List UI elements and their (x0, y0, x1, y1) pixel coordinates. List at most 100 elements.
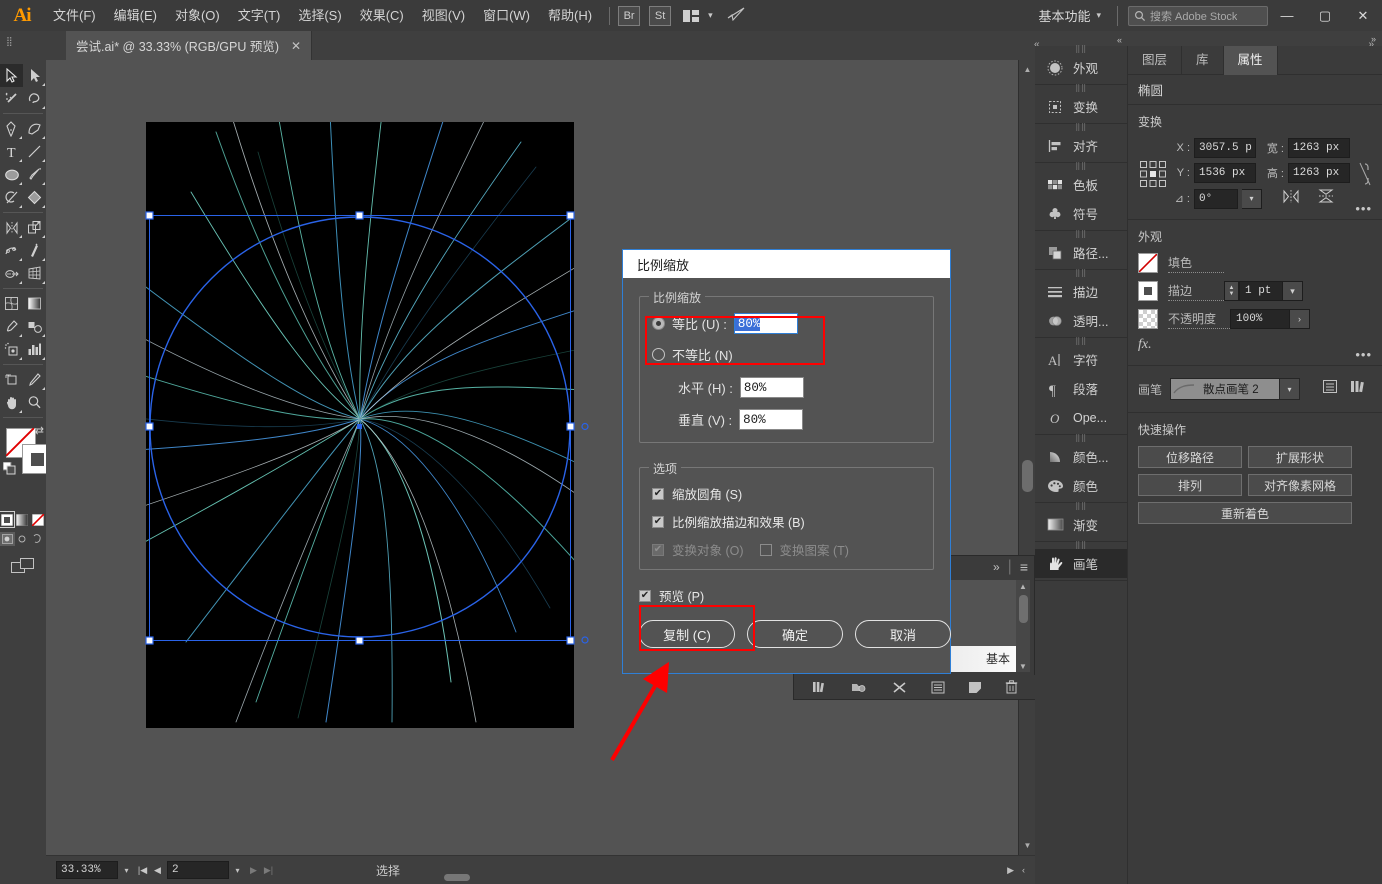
preview-row[interactable]: ✔ 预览 (P) (639, 586, 934, 605)
brush-preview[interactable]: 散点画笔 2 (1170, 378, 1280, 400)
menu-effect[interactable]: 效果(C) (351, 0, 413, 31)
menu-object[interactable]: 对象(O) (166, 0, 229, 31)
color-mode-color[interactable] (0, 512, 14, 527)
libraries-panel-icon[interactable] (851, 681, 869, 694)
scroll-up-icon[interactable]: ▲ (1016, 580, 1030, 592)
canvas-horizontal-scroll-thumb[interactable] (444, 874, 470, 881)
window-maximize-button[interactable]: ▢ (1306, 0, 1344, 31)
slice-tool[interactable] (23, 368, 46, 391)
offset-path-button[interactable]: 位移路径 (1138, 446, 1242, 468)
angle-field[interactable]: 0° (1194, 189, 1238, 209)
dock-grip[interactable]: ⣿⣿ (1035, 270, 1127, 277)
first-artboard-button[interactable]: |◀ (135, 860, 150, 880)
draw-behind-icon[interactable] (15, 532, 30, 546)
dock-grip[interactable]: ⣿⣿ (1035, 163, 1127, 170)
properties-collapse-icon[interactable]: » (1371, 34, 1376, 44)
effects-icon[interactable]: fx. (1138, 337, 1152, 353)
window-minimize-button[interactable]: — (1268, 0, 1306, 31)
zoom-level-combo[interactable]: 33.33% (56, 861, 118, 879)
type-tool[interactable]: T (0, 140, 23, 163)
menu-type[interactable]: 文字(T) (229, 0, 290, 31)
brush-libraries-icon[interactable] (1350, 379, 1368, 399)
brushes-panel-scrollbar[interactable]: ▲ ▼ (1016, 580, 1030, 672)
panel-color[interactable]: 颜色 (1035, 471, 1127, 500)
stock-search-input[interactable]: 搜索 Adobe Stock (1128, 6, 1268, 26)
stroke-weight-dropdown-icon[interactable]: ▾ (1283, 281, 1303, 301)
brushes-panel-menu-icon[interactable]: ≡ (1020, 559, 1028, 575)
flip-horizontal-icon[interactable] (1282, 189, 1300, 209)
stock-button[interactable]: St (649, 6, 671, 26)
prev-artboard-button[interactable]: ◀ (150, 860, 165, 880)
scale-corners-checkbox[interactable]: ✔ (652, 488, 664, 500)
artboard-tool[interactable] (0, 368, 23, 391)
horizontal-input[interactable]: 80% (740, 377, 804, 398)
constrain-proportions-icon[interactable] (1358, 161, 1372, 187)
transform-more-options-icon[interactable]: ••• (1355, 205, 1372, 213)
scroll-down-icon[interactable]: ▼ (1016, 660, 1030, 672)
pen-tool[interactable] (0, 117, 23, 140)
panel-swatches[interactable]: 色板 (1035, 170, 1127, 199)
cancel-button[interactable]: 取消 (855, 620, 951, 648)
menu-file[interactable]: 文件(F) (44, 0, 105, 31)
brush-options-icon[interactable] (931, 681, 945, 694)
shaper-tool[interactable] (0, 186, 23, 209)
x-field[interactable]: 3057.5 p (1194, 138, 1256, 158)
screen-mode-button[interactable] (0, 554, 46, 578)
color-mode-none[interactable] (31, 512, 45, 527)
new-brush-icon[interactable] (968, 681, 982, 694)
dock-grip[interactable]: ⣿⣿ (1035, 542, 1127, 549)
column-graph-tool[interactable] (23, 338, 46, 361)
dock-grip[interactable]: ⣿⣿ (1035, 435, 1127, 442)
brush-dropdown-icon[interactable]: ▾ (1280, 378, 1300, 400)
fill-color-swatch[interactable] (1138, 253, 1158, 273)
vertical-input[interactable]: 80% (739, 409, 803, 430)
share-icon[interactable] (727, 7, 745, 25)
dock-grip[interactable]: ⣿⣿ (1035, 231, 1127, 238)
panel-stroke[interactable]: 描边 (1035, 277, 1127, 306)
panel-symbols[interactable]: 符号 (1035, 199, 1127, 228)
rotate-tool[interactable] (0, 216, 23, 239)
panel-character[interactable]: A 字符 (1035, 345, 1127, 374)
reference-point-selector[interactable] (1138, 159, 1168, 189)
zoom-dropdown-icon[interactable]: ▾ (118, 861, 135, 879)
magic-wand-tool[interactable] (0, 87, 23, 110)
uniform-radio[interactable] (652, 317, 665, 330)
scroll-thumb[interactable] (1022, 460, 1033, 492)
scale-dialog[interactable]: 比例缩放 比例缩放 等比 (U) : 80% 不等比 (N) 水平 (H) : (622, 249, 951, 674)
opacity-field[interactable]: 100% (1230, 309, 1290, 329)
angle-dropdown-icon[interactable]: ▾ (1242, 189, 1262, 209)
artboard[interactable] (146, 122, 574, 728)
eyedropper-tool[interactable] (0, 315, 23, 338)
symbol-sprayer-tool[interactable] (0, 338, 23, 361)
tab-libraries[interactable]: 库 (1182, 46, 1224, 75)
panel-color-guide[interactable]: 颜色... (1035, 442, 1127, 471)
height-field[interactable]: 1263 px (1288, 163, 1350, 183)
artboard-dropdown-icon[interactable]: ▾ (229, 861, 246, 879)
panel-brushes[interactable]: 画笔 (1035, 549, 1127, 578)
recolor-button[interactable]: 重新着色 (1138, 502, 1352, 524)
nonuniform-radio[interactable] (652, 348, 665, 361)
artboard-number-combo[interactable]: 2 (167, 861, 229, 879)
expand-shape-button[interactable]: 扩展形状 (1248, 446, 1352, 468)
arrange-button[interactable]: 排列 (1138, 474, 1242, 496)
tabbar-grip[interactable]: ⣿ (6, 37, 18, 53)
next-artboard-button[interactable]: ▶ (246, 860, 261, 880)
panel-pathfinder[interactable]: 路径... (1035, 238, 1127, 267)
selection-tool[interactable] (0, 64, 23, 87)
appearance-more-options-icon[interactable]: ••• (1355, 351, 1372, 359)
zoom-tool[interactable] (23, 391, 46, 414)
draw-normal-icon[interactable] (0, 532, 15, 546)
paintbrush-tool[interactable] (23, 163, 46, 186)
stroke-color-swatch[interactable] (1138, 281, 1158, 301)
color-mode-gradient[interactable] (15, 512, 29, 527)
arrange-documents-icon[interactable] (680, 6, 702, 26)
swap-fill-stroke-icon[interactable]: ⇄ (35, 424, 44, 437)
tab-layers[interactable]: 图层 (1128, 46, 1182, 75)
perspective-grid-tool[interactable] (23, 262, 46, 285)
stroke-weight-stepper[interactable]: ▲▼ (1224, 281, 1239, 301)
document-tab[interactable]: 尝试.ai* @ 33.33% (RGB/GPU 预览) ✕ (66, 31, 312, 60)
remove-brush-stroke-icon[interactable] (892, 681, 907, 694)
opacity-options-icon[interactable]: › (1290, 309, 1310, 329)
direct-selection-tool[interactable] (23, 64, 46, 87)
copy-button[interactable]: 复制 (C) (639, 620, 735, 648)
